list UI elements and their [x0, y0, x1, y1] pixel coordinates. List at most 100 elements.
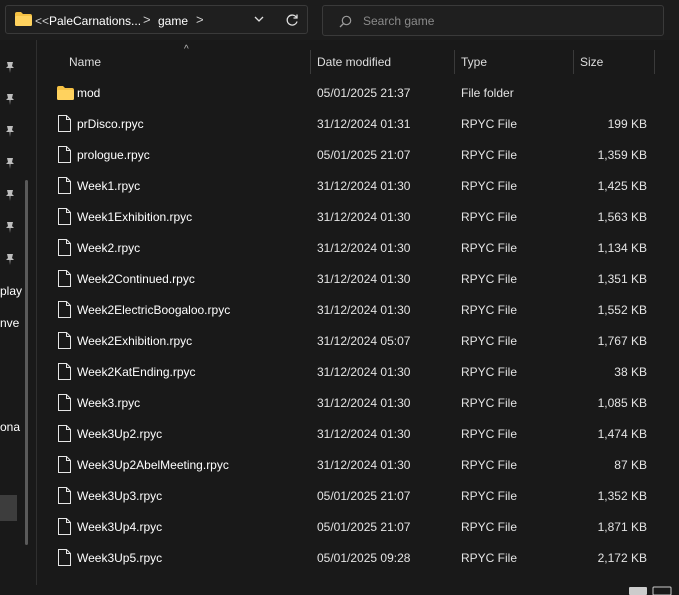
file-size: 1,552 KB	[597, 303, 647, 317]
file-type: RPYC File	[461, 458, 518, 472]
date-modified: 31/12/2024 01:30	[317, 210, 411, 224]
folder-row[interactable]: mod 05/01/2025 21:37 File folder	[55, 78, 655, 109]
date-modified: 05/01/2025 21:07	[317, 489, 411, 503]
file-row[interactable]: Week1Exhibition.rpyc 31/12/2024 01:30 RPYC…	[55, 202, 655, 233]
file-name: Week3Up2.rpyc	[77, 427, 163, 441]
file-icon	[58, 301, 71, 318]
file-size: 1,359 KB	[597, 148, 647, 162]
date-modified: 31/12/2024 01:30	[317, 179, 411, 193]
file-icon	[58, 239, 71, 256]
file-row[interactable]: prDisco.rpyc 31/12/2024 01:31 RPYC File 199…	[55, 109, 655, 140]
date-modified: 31/12/2024 01:30	[317, 272, 411, 286]
nav-item[interactable]: nve	[0, 316, 19, 330]
address-bar[interactable]: << PaleCarnations... > game >	[5, 5, 308, 34]
sort-ascending-icon: ^	[184, 44, 189, 55]
breadcrumb-overflow[interactable]: <<	[35, 14, 49, 28]
file-size: 1,352 KB	[597, 489, 647, 503]
pane-divider[interactable]	[36, 40, 37, 585]
file-type: RPYC File	[461, 396, 518, 410]
details-view-icon[interactable]	[628, 586, 648, 595]
file-icon	[58, 363, 71, 380]
file-size: 199 KB	[607, 117, 647, 131]
file-name: Week2KatEnding.rpyc	[77, 365, 196, 379]
pin-icon[interactable]	[3, 92, 17, 106]
file-row[interactable]: Week3.rpyc 31/12/2024 01:30 RPYC File 1,085…	[55, 388, 655, 419]
column-divider[interactable]	[654, 50, 655, 74]
search-placeholder: Search game	[363, 14, 435, 28]
file-icon	[58, 487, 71, 504]
file-icon	[58, 456, 71, 473]
pin-icon[interactable]	[3, 252, 17, 266]
file-name: Week3Up2AbelMeeting.rpyc	[77, 458, 229, 472]
file-type: RPYC File	[461, 272, 518, 286]
file-name: Week2ElectricBoogaloo.rpyc	[77, 303, 231, 317]
file-type: RPYC File	[461, 179, 518, 193]
file-icon	[58, 549, 71, 566]
date-modified: 05/01/2025 21:07	[317, 148, 411, 162]
file-row[interactable]: Week3Up3.rpyc 05/01/2025 21:07 RPYC File 1,…	[55, 481, 655, 512]
date-modified: 31/12/2024 01:31	[317, 117, 411, 131]
column-header: ^ Name Date modified Type Size	[37, 44, 679, 76]
column-divider[interactable]	[573, 50, 574, 74]
file-icon	[58, 208, 71, 225]
nav-selected-item[interactable]	[0, 495, 17, 521]
nav-item[interactable]: ona	[0, 420, 20, 434]
column-name[interactable]: Name	[69, 55, 101, 69]
file-row[interactable]: Week3Up2.rpyc 31/12/2024 01:30 RPYC File 1,…	[55, 419, 655, 450]
breadcrumb-palecarnations[interactable]: PaleCarnations...	[49, 14, 141, 28]
chevron-down-icon[interactable]	[254, 16, 264, 23]
scrollbar[interactable]	[25, 180, 28, 545]
file-icon	[58, 394, 71, 411]
column-type[interactable]: Type	[461, 55, 487, 69]
file-type: RPYC File	[461, 551, 518, 565]
refresh-icon[interactable]	[285, 13, 299, 27]
column-divider[interactable]	[310, 50, 311, 74]
pin-icon[interactable]	[3, 156, 17, 170]
tiles-view-icon[interactable]	[652, 586, 672, 595]
file-row[interactable]: Week1.rpyc 31/12/2024 01:30 RPYC File 1,425…	[55, 171, 655, 202]
pin-icon[interactable]	[3, 60, 17, 74]
file-name: Week1.rpyc	[77, 179, 141, 193]
breadcrumb-game[interactable]: game	[158, 14, 188, 28]
file-row[interactable]: Week2ElectricBoogaloo.rpyc 31/12/2024 01:…	[55, 295, 655, 326]
search-input[interactable]: Search game	[322, 5, 664, 36]
file-name: Week3Up4.rpyc	[77, 520, 163, 534]
file-row[interactable]: Week2.rpyc 31/12/2024 01:30 RPYC File 1,134…	[55, 233, 655, 264]
file-name: Week2Exhibition.rpyc	[77, 334, 193, 348]
file-type: RPYC File	[461, 520, 518, 534]
column-divider[interactable]	[454, 50, 455, 74]
file-name: Week3Up3.rpyc	[77, 489, 163, 503]
date-modified: 31/12/2024 01:30	[317, 303, 411, 317]
date-modified: 31/12/2024 01:30	[317, 365, 411, 379]
file-row[interactable]: Week3Up2AbelMeeting.rpyc 31/12/2024 01:30…	[55, 450, 655, 481]
file-name: mod	[77, 86, 101, 100]
file-size: 1,474 KB	[597, 427, 647, 441]
file-type: RPYC File	[461, 148, 518, 162]
file-type: RPYC File	[461, 117, 518, 131]
file-icon	[58, 425, 71, 442]
file-size: 2,172 KB	[597, 551, 647, 565]
column-size[interactable]: Size	[580, 55, 603, 69]
pin-icon[interactable]	[3, 124, 17, 138]
file-type: RPYC File	[461, 241, 518, 255]
file-row[interactable]: Week3Up5.rpyc 05/01/2025 09:28 RPYC File 2,…	[55, 543, 655, 574]
file-row[interactable]: Week2Exhibition.rpyc 31/12/2024 05:07 RPYC…	[55, 326, 655, 357]
pin-icon[interactable]	[3, 220, 17, 234]
file-type: File folder	[461, 86, 514, 100]
file-row[interactable]: prologue.rpyc 05/01/2025 21:07 RPYC File 1,…	[55, 140, 655, 171]
pin-icon[interactable]	[3, 188, 17, 202]
file-row[interactable]: Week2KatEnding.rpyc 31/12/2024 01:30 RPYC …	[55, 357, 655, 388]
file-icon	[58, 177, 71, 194]
file-row[interactable]: Week2Continued.rpyc 31/12/2024 01:30 RPYC …	[55, 264, 655, 295]
search-icon	[339, 15, 352, 28]
file-size: 1,085 KB	[597, 396, 647, 410]
file-type: RPYC File	[461, 303, 518, 317]
file-row[interactable]: Week3Up4.rpyc 05/01/2025 21:07 RPYC File 1,…	[55, 512, 655, 543]
breadcrumb-separator[interactable]: >	[196, 12, 204, 27]
view-toggle[interactable]	[628, 586, 676, 595]
date-modified: 05/01/2025 09:28	[317, 551, 411, 565]
breadcrumb-separator[interactable]: >	[143, 12, 151, 27]
file-size: 1,871 KB	[597, 520, 647, 534]
nav-item[interactable]: play	[0, 284, 22, 298]
column-date-modified[interactable]: Date modified	[317, 55, 391, 69]
